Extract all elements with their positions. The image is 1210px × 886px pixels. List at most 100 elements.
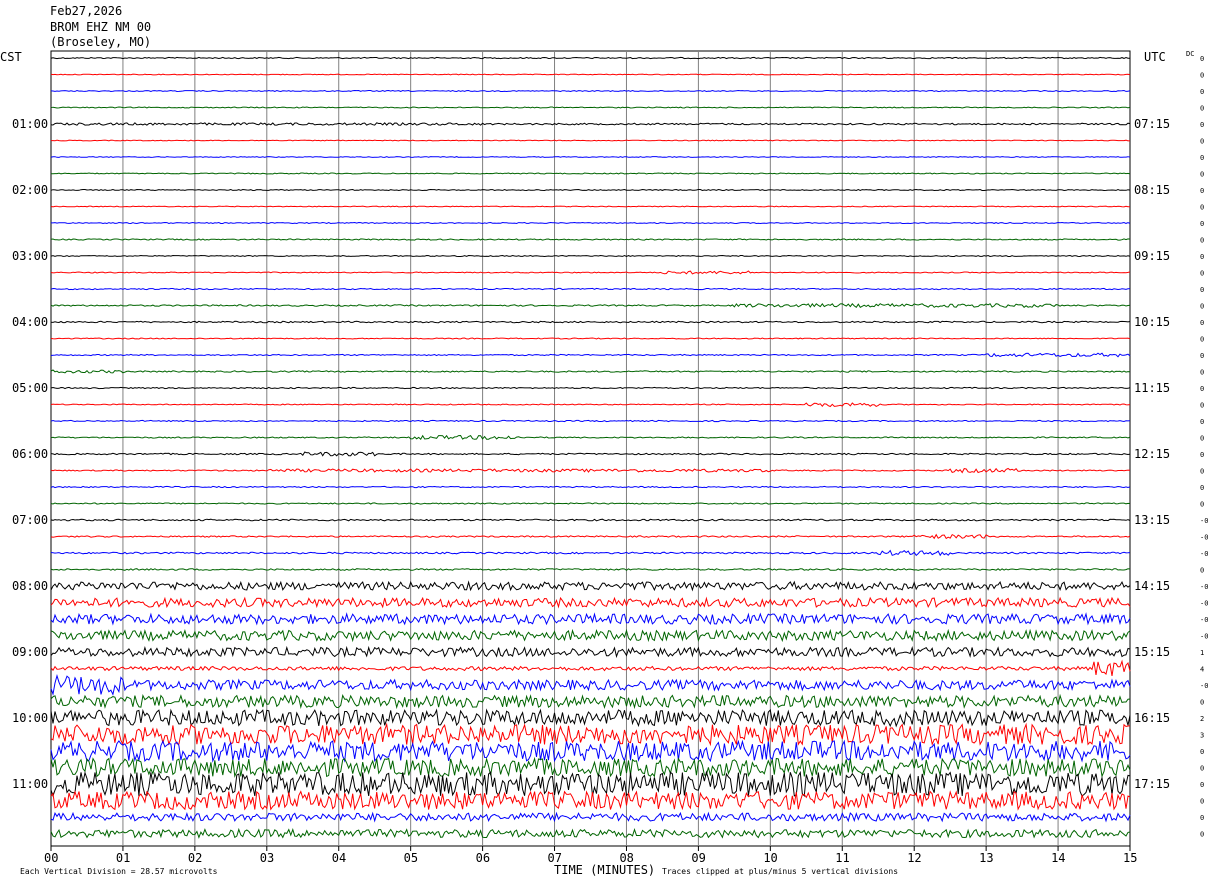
header-date: Feb27,2026 [50, 4, 122, 18]
dc-offset-value: -0 [1200, 682, 1208, 690]
dc-offset-value: 0 [1200, 418, 1204, 426]
dc-offset-value: 0 [1200, 105, 1204, 113]
trace-row-21 [50, 402, 1131, 408]
x-tick-label: 03 [260, 851, 274, 865]
trace-row-12 [50, 254, 1131, 258]
right-time-label: 08:15 [1134, 183, 1170, 197]
left-time-label: 04:00 [12, 315, 48, 329]
trace-row-45 [50, 790, 1131, 811]
trace-row-35 [50, 628, 1131, 643]
dc-offset-value: 0 [1200, 237, 1204, 245]
trace-row-4 [50, 122, 1131, 126]
trace-row-30 [50, 549, 1131, 557]
left-time-label: 01:00 [12, 117, 48, 131]
dc-offset-value: 0 [1200, 385, 1204, 393]
trace-row-9 [50, 205, 1130, 208]
dc-offset-value: 3 [1200, 732, 1204, 740]
trace-row-34 [50, 612, 1131, 626]
trace-row-26 [50, 485, 1131, 489]
right-time-label: 11:15 [1134, 381, 1170, 395]
header-station: BROM EHZ NM 00 [50, 20, 151, 34]
trace-row-13 [50, 270, 1131, 275]
dc-offset-value: 0 [1200, 781, 1204, 789]
trace-row-46 [50, 811, 1131, 823]
trace-row-25 [50, 467, 1131, 474]
left-time-label: 03:00 [12, 249, 48, 263]
x-tick-label: 11 [835, 851, 849, 865]
plot-frame [50, 50, 1131, 847]
right-time-label: 14:15 [1134, 579, 1170, 593]
trace-row-5 [51, 139, 1131, 142]
dc-offset-value: 0 [1200, 484, 1204, 492]
dc-offset-value: 0 [1200, 303, 1204, 311]
trace-row-40 [50, 708, 1131, 728]
dc-offset-value: 0 [1200, 831, 1204, 839]
dc-offset-value: -0 [1200, 517, 1208, 525]
left-time-label: 08:00 [12, 579, 48, 593]
dc-offset-value: 0 [1200, 699, 1204, 707]
dc-offset-value: 0 [1200, 187, 1204, 195]
x-tick-label: 13 [979, 851, 993, 865]
header-location: (Broseley, MO) [50, 35, 151, 49]
clip-note: Traces clipped at plus/minus 5 vertical … [662, 867, 898, 876]
trace-row-20 [50, 386, 1131, 390]
dc-offset-value: 0 [1200, 204, 1204, 212]
dc-offset-value: 0 [1200, 435, 1204, 443]
dc-label: DC [1186, 50, 1194, 58]
dc-offset-value: 0 [1200, 270, 1204, 278]
trace-row-29 [50, 533, 1131, 540]
dc-offset-value: 0 [1200, 451, 1204, 459]
right-time-label: 07:15 [1134, 117, 1170, 131]
dc-offset-value: 0 [1200, 171, 1204, 179]
left-time-label: 02:00 [12, 183, 48, 197]
dc-offset-value: 0 [1200, 352, 1204, 360]
left-time-label: 10:00 [12, 711, 48, 725]
trace-row-15 [50, 302, 1131, 309]
dc-offset-value: -0 [1200, 534, 1208, 542]
x-tick-label: 06 [476, 851, 490, 865]
trace-row-7 [50, 172, 1131, 175]
trace-row-0 [50, 56, 1131, 60]
dc-offset-value: -0 [1200, 550, 1208, 558]
right-time-label: 09:15 [1134, 249, 1170, 263]
x-tick-label: 02 [188, 851, 202, 865]
x-tick-label: 05 [404, 851, 418, 865]
dc-offset-value: 0 [1200, 501, 1204, 509]
dc-offset-value: 0 [1200, 121, 1204, 129]
trace-row-10 [51, 221, 1131, 225]
dc-offset-value: 0 [1200, 748, 1204, 756]
trace-row-38 [50, 674, 1131, 697]
left-time-label: 07:00 [12, 513, 48, 527]
dc-offset-value: 0 [1200, 567, 1204, 575]
dc-offset-value: 0 [1200, 88, 1204, 96]
trace-row-37 [50, 659, 1131, 676]
dc-offset-value: -0 [1200, 616, 1208, 624]
trace-row-17 [50, 337, 1131, 340]
trace-row-3 [50, 106, 1131, 109]
plot-grid [50, 50, 1131, 847]
trace-row-18 [50, 352, 1131, 358]
dc-offset-value: 0 [1200, 55, 1204, 63]
trace-row-1 [50, 73, 1131, 76]
x-tick-label: 15 [1123, 851, 1137, 865]
x-tick-label: 14 [1051, 851, 1065, 865]
left-time-label: 06:00 [12, 447, 48, 461]
right-time-label: 17:15 [1134, 777, 1170, 791]
dc-offset-value: 1 [1200, 649, 1204, 657]
trace-row-19 [50, 369, 1131, 374]
trace-row-27 [50, 502, 1131, 505]
right-time-label: 16:15 [1134, 711, 1170, 725]
x-tick-label: 12 [907, 851, 921, 865]
trace-row-42 [50, 739, 1131, 763]
trace-row-2 [50, 89, 1131, 93]
trace-row-33 [50, 596, 1131, 609]
dc-offset-value: 0 [1200, 336, 1204, 344]
dc-offset-value: 0 [1200, 468, 1204, 476]
dc-offset-value: -0 [1200, 583, 1208, 591]
dc-offset-value: 0 [1200, 253, 1204, 261]
trace-row-41 [50, 722, 1131, 747]
left-time-label: 09:00 [12, 645, 48, 659]
dc-offset-value: 0 [1200, 319, 1204, 327]
dc-offset-value: 0 [1200, 220, 1204, 228]
right-time-label: 13:15 [1134, 513, 1170, 527]
